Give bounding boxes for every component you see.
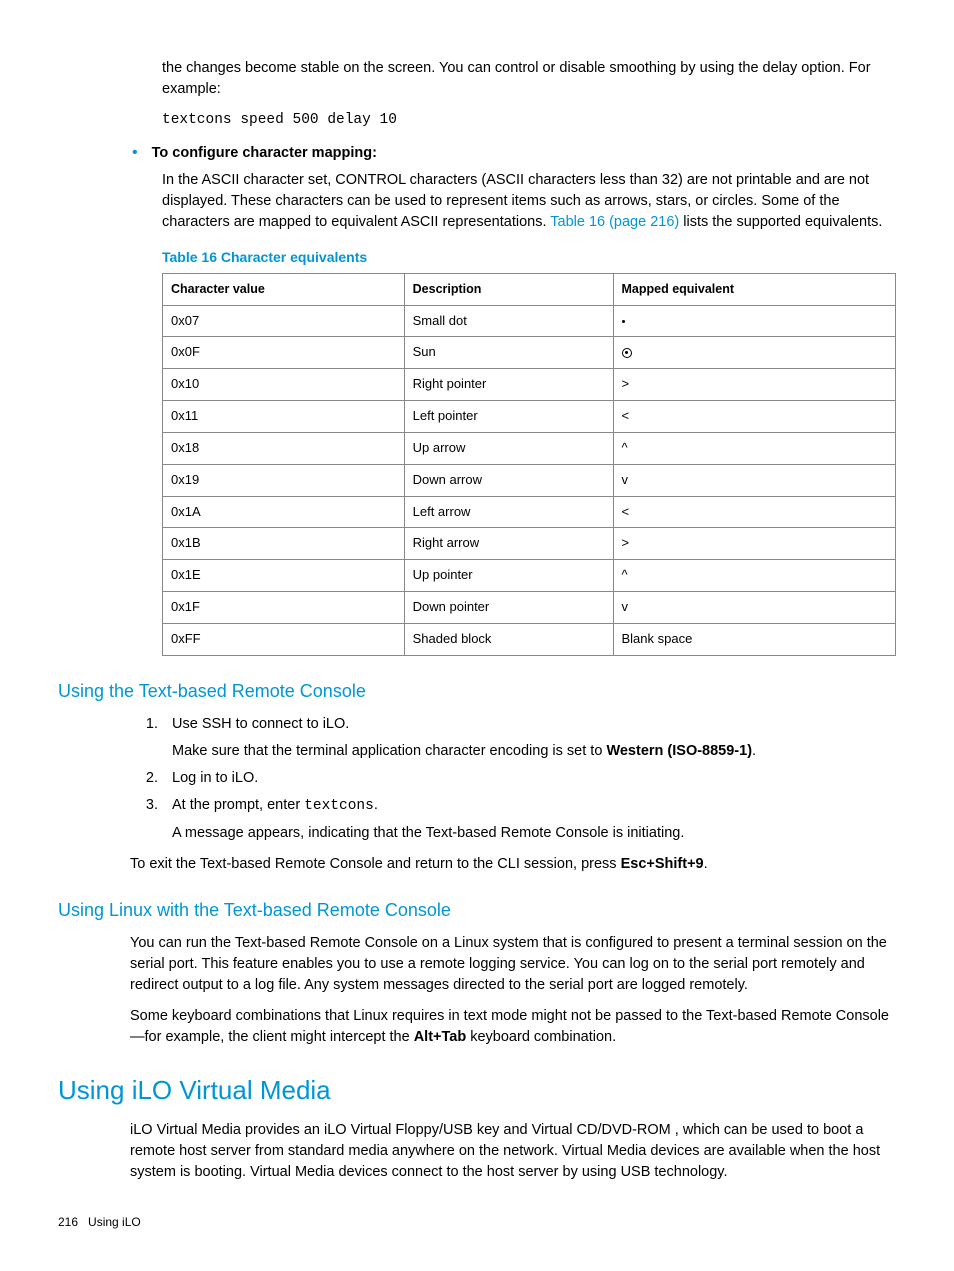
virtual-media-para: iLO Virtual Media provides an iLO Virtua… bbox=[130, 1120, 896, 1183]
linux-p2-bold: Alt+Tab bbox=[414, 1029, 467, 1045]
th-description: Description bbox=[404, 274, 613, 305]
linux-para-1: You can run the Text-based Remote Consol… bbox=[130, 933, 896, 996]
intro-code: textcons speed 500 delay 10 bbox=[162, 110, 896, 131]
cell-mapped: < bbox=[613, 401, 896, 433]
cell-mapped: ^ bbox=[613, 432, 896, 464]
intro-paragraph: the changes become stable on the screen.… bbox=[162, 58, 896, 100]
cell-value: 0x07 bbox=[163, 305, 405, 337]
exit-instruction: To exit the Text-based Remote Console an… bbox=[130, 854, 896, 875]
cell-desc: Right pointer bbox=[404, 369, 613, 401]
table-row: 0x1A Left arrow < bbox=[163, 496, 896, 528]
step-3: At the prompt, enter textcons. A message… bbox=[162, 795, 896, 844]
linux-para-2: Some keyboard combinations that Linux re… bbox=[130, 1006, 896, 1048]
linux-p2-after: keyboard combination. bbox=[466, 1029, 616, 1045]
bullet-icon: • bbox=[132, 143, 138, 164]
table-header-row: Character value Description Mapped equiv… bbox=[163, 274, 896, 305]
cell-desc: Up pointer bbox=[404, 560, 613, 592]
cell-desc: Down arrow bbox=[404, 464, 613, 496]
table-row: 0x19 Down arrow v bbox=[163, 464, 896, 496]
cell-value: 0x0F bbox=[163, 337, 405, 369]
cell-value: 0x1E bbox=[163, 560, 405, 592]
table-row: 0x1E Up pointer ^ bbox=[163, 560, 896, 592]
cell-value: 0x1A bbox=[163, 496, 405, 528]
step-after: . bbox=[374, 797, 378, 813]
cell-desc: Sun bbox=[404, 337, 613, 369]
table-row: 0x10 Right pointer > bbox=[163, 369, 896, 401]
step-1: Use SSH to connect to iLO. Make sure tha… bbox=[162, 714, 896, 762]
cell-value: 0x18 bbox=[163, 432, 405, 464]
cell-desc: Left pointer bbox=[404, 401, 613, 433]
cell-desc: Left arrow bbox=[404, 496, 613, 528]
bullet-body: In the ASCII character set, CONTROL char… bbox=[162, 170, 896, 233]
cell-mapped: ^ bbox=[613, 560, 896, 592]
step-2: Log in to iLO. bbox=[162, 768, 896, 789]
bullet-heading: To configure character mapping: bbox=[152, 143, 377, 164]
exit-after: . bbox=[704, 856, 708, 872]
cell-desc: Small dot bbox=[404, 305, 613, 337]
character-equivalents-table: Character value Description Mapped equiv… bbox=[162, 273, 896, 655]
step-text: At the prompt, enter bbox=[172, 797, 304, 813]
cell-mapped: < bbox=[613, 496, 896, 528]
cell-mapped bbox=[613, 305, 896, 337]
cell-value: 0x1F bbox=[163, 592, 405, 624]
section-heading-virtual-media: Using iLO Virtual Media bbox=[58, 1072, 896, 1110]
step-sub-bold: Western (ISO-8859-1) bbox=[606, 743, 752, 759]
footer-section: Using iLO bbox=[88, 1215, 141, 1229]
step-text: Use SSH to connect to iLO. bbox=[172, 716, 349, 732]
table-row: 0x1F Down pointer v bbox=[163, 592, 896, 624]
table-row: 0x1B Right arrow > bbox=[163, 528, 896, 560]
cell-mapped: Blank space bbox=[613, 623, 896, 655]
exit-before: To exit the Text-based Remote Console an… bbox=[130, 856, 621, 872]
table-link[interactable]: Table 16 (page 216) bbox=[550, 214, 679, 230]
cell-mapped: > bbox=[613, 369, 896, 401]
step-sub-before: Make sure that the terminal application … bbox=[172, 743, 606, 759]
cell-mapped bbox=[613, 337, 896, 369]
table-row: 0xFF Shaded block Blank space bbox=[163, 623, 896, 655]
cell-value: 0x10 bbox=[163, 369, 405, 401]
section-heading-linux: Using Linux with the Text-based Remote C… bbox=[58, 897, 896, 923]
table-row: 0x0F Sun bbox=[163, 337, 896, 369]
cell-value: 0xFF bbox=[163, 623, 405, 655]
sun-icon bbox=[622, 348, 632, 358]
th-char-value: Character value bbox=[163, 274, 405, 305]
page-number: 216 bbox=[58, 1215, 78, 1229]
cell-value: 0x19 bbox=[163, 464, 405, 496]
page-footer: 216 Using iLO bbox=[58, 1214, 141, 1231]
cell-desc: Down pointer bbox=[404, 592, 613, 624]
steps-list: Use SSH to connect to iLO. Make sure tha… bbox=[58, 714, 896, 844]
cell-value: 0x1B bbox=[163, 528, 405, 560]
step-subtext: A message appears, indicating that the T… bbox=[172, 823, 896, 844]
cell-mapped: > bbox=[613, 528, 896, 560]
cell-desc: Up arrow bbox=[404, 432, 613, 464]
th-mapped: Mapped equivalent bbox=[613, 274, 896, 305]
cell-desc: Right arrow bbox=[404, 528, 613, 560]
cell-mapped: v bbox=[613, 464, 896, 496]
section-heading-text-console: Using the Text-based Remote Console bbox=[58, 678, 896, 704]
cell-value: 0x11 bbox=[163, 401, 405, 433]
table-row: 0x18 Up arrow ^ bbox=[163, 432, 896, 464]
step-subtext: Make sure that the terminal application … bbox=[172, 741, 896, 762]
table-caption: Table 16 Character equivalents bbox=[162, 247, 896, 267]
step-sub-after: . bbox=[752, 743, 756, 759]
exit-key: Esc+Shift+9 bbox=[621, 856, 704, 872]
table-row: 0x07 Small dot bbox=[163, 305, 896, 337]
bullet-body-after: lists the supported equivalents. bbox=[679, 214, 882, 230]
step-code: textcons bbox=[304, 798, 374, 814]
small-dot-icon bbox=[622, 320, 625, 323]
table-row: 0x11 Left pointer < bbox=[163, 401, 896, 433]
cell-mapped: v bbox=[613, 592, 896, 624]
cell-desc: Shaded block bbox=[404, 623, 613, 655]
